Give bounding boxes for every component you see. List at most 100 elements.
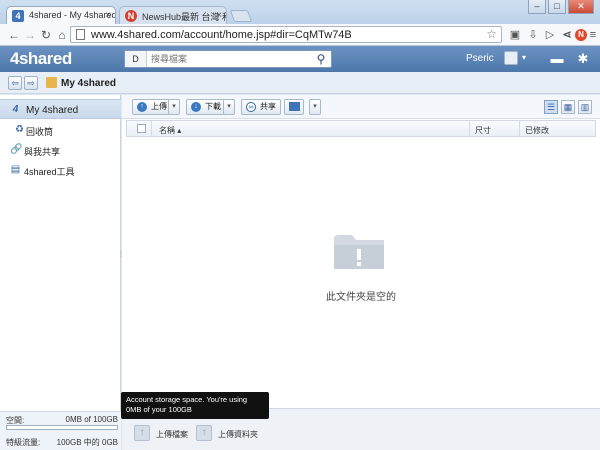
upload-file-label: 上傳檔案 [156,430,188,439]
sidebar-item-label: 4shared工具 [24,167,75,177]
folder-icon [46,77,57,88]
empty-folder-icon [334,235,384,269]
menu-icon[interactable]: ≡ [588,28,598,42]
nav-forward-button[interactable]: ⇨ [24,76,38,90]
sidebar-item-label: 與我共享 [24,147,61,157]
tab-newshub[interactable]: N NewsHub最新 台灣 和世 × [119,6,227,24]
select-all-checkbox[interactable] [137,124,146,133]
tab-close-icon[interactable]: × [105,10,111,21]
sidebar-item-my4shared[interactable]: 4 My 4shared [0,99,121,119]
browser-toolbar: ← → ↻ ⌂ www.4shared.com/account/home.jsp… [0,24,600,46]
share-button[interactable]: ∞ 共享 [241,99,281,115]
upload-file-icon: ↑ [134,425,150,441]
tools-icon: ▤ [10,164,21,175]
tab-title: 4shared - My 4shared - [29,10,116,20]
new-tab-button[interactable] [229,10,253,22]
browser-titlebar: 4 4shared - My 4shared - × N NewsHub最新 台… [0,0,600,24]
download-dropdown[interactable]: ▾ [223,99,235,115]
recycle-bin-icon: ♻ [15,124,24,135]
tab-close-icon[interactable]: × [216,10,222,21]
nav-back-button[interactable]: ⇦ [8,76,22,90]
upload-label: 上傳 [151,102,167,111]
search-box: D ⚲ [124,50,332,68]
search-icon[interactable]: ⚲ [314,52,328,66]
upload-folder-icon: ↑ [196,425,212,441]
url-text: www.4shared.com/account/home.jsp#dir=CqM… [91,29,352,41]
sidebar-item-label: My 4shared [26,105,79,116]
storage-tooltip: Account storage space. You're using 0MB … [121,392,269,419]
folder-icon [289,102,300,111]
chevron-down-icon[interactable]: ▾ [522,53,526,62]
table-header: 名稱 ▴ 尺寸 已修改 [126,120,596,137]
sidebar: 4 My 4shared ♻ 回收筒 🔗 與我共享 ▤ 4shared工具 空間… [0,95,121,450]
list-view-icon[interactable]: ☰ [544,100,558,114]
sidebar-item-shared[interactable]: 🔗 與我共享 [0,140,121,160]
username[interactable]: Pseric [466,53,494,64]
bookmark-star-icon[interactable]: ☆ [486,27,497,41]
tab-title: NewsHub最新 台灣 和世 [142,12,226,22]
storage-value: 0MB of 100GB [65,415,118,424]
download-label: 下載 [205,102,221,111]
extension-download-icon[interactable]: ⇩ [526,28,540,42]
download-button[interactable]: ↓ 下載 [186,99,226,115]
upload-file-button[interactable]: ↑ 上傳檔案 [134,425,188,441]
extension-n-icon[interactable]: N [575,29,587,41]
detail-view-icon[interactable]: ▥ [578,100,592,114]
storage-label: 空間: [6,416,25,425]
extension-play-icon[interactable]: ▷ [543,28,557,42]
gear-icon[interactable]: ✱ [574,50,592,68]
breadcrumb: ⇦ ⇨ My 4shared [0,72,600,94]
sidebar-item-label: 回收筒 [26,127,54,137]
upload-folder-button[interactable]: ↑ 上傳資料夾 [196,425,258,441]
page-icon [76,29,85,40]
upload-folder-label: 上傳資料夾 [218,430,258,439]
bandwidth-label: 特級流量: [6,438,41,447]
avatar[interactable] [504,51,518,65]
4shared-logo[interactable]: 4shared [10,49,72,69]
action-toolbar: ↑ 上傳 ▾ ↓ 下載 ▾ ∞ 共享 ▾ ☰ ▦ ▥ [122,95,600,119]
storage-progress-bar [6,425,118,430]
grid-view-icon[interactable]: ▦ [561,100,575,114]
site-header: 4shared D ⚲ Pseric ▾ ▬ ✱ [0,46,600,72]
storage-panel: 空間: 0MB of 100GB 特級流量: 100GB 中的 0GB [0,411,121,450]
column-size-header[interactable]: 尺寸 [475,125,491,136]
upload-button[interactable]: ↑ 上傳 [132,99,172,115]
sidebar-item-recycle-bin[interactable]: ♻ 回收筒 [0,120,121,140]
share-link-icon: ∞ [246,102,256,112]
shared-link-icon: 🔗 [10,144,23,155]
more-actions-dropdown[interactable]: ▾ [309,99,321,115]
window-controls: – □ ✕ [528,0,594,14]
column-divider [519,121,520,136]
empty-folder-message: 此文件夾是空的 [326,292,396,303]
minimize-button[interactable]: – [528,0,546,14]
forward-arrow-icon[interactable]: → [22,27,38,43]
home-icon[interactable]: ⌂ [54,27,70,43]
window-close-button[interactable]: ✕ [568,0,594,14]
download-icon: ↓ [191,102,201,112]
upload-icon: ↑ [137,102,147,112]
extension-box-icon[interactable]: ▣ [508,28,522,42]
folder-action-button[interactable] [284,99,304,115]
share-icon[interactable]: ⋖ [560,28,574,42]
share-label: 共享 [260,102,276,111]
bandwidth-value: 100GB 中的 0GB [56,438,118,447]
4shared-icon: 4 [12,104,19,115]
back-arrow-icon[interactable]: ← [6,27,22,43]
search-input[interactable] [151,52,311,66]
sidebar-item-tools[interactable]: ▤ 4shared工具 [0,160,121,180]
address-bar[interactable]: www.4shared.com/account/home.jsp#dir=CqM… [70,26,502,43]
newshub-favicon-icon: N [125,10,137,22]
upload-dropdown[interactable]: ▾ [168,99,180,115]
column-name-header[interactable]: 名稱 ▴ [159,125,181,136]
column-modified-header[interactable]: 已修改 [525,125,549,136]
4shared-favicon-icon: 4 [12,10,24,22]
column-divider [469,121,470,136]
column-divider [151,121,152,136]
breadcrumb-current[interactable]: My 4shared [61,78,116,89]
bandwidth-row: 特級流量: 100GB 中的 0GB [6,437,118,448]
tab-4shared[interactable]: 4 4shared - My 4shared - × [6,6,116,24]
search-type-dropdown[interactable]: D [125,51,147,67]
maximize-button[interactable]: □ [548,0,566,14]
messages-icon[interactable]: ▬ [548,50,566,68]
reload-icon[interactable]: ↻ [38,27,54,43]
